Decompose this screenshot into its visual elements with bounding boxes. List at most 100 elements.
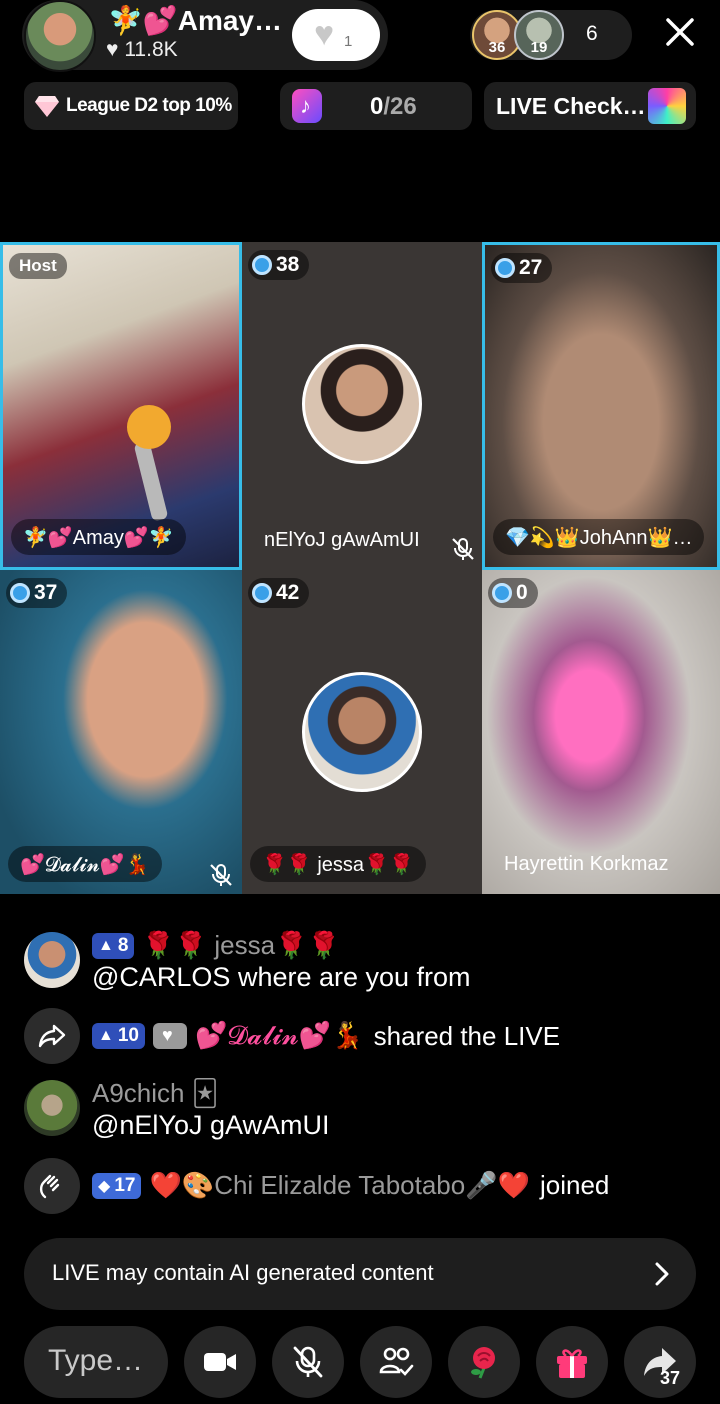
rose-gift-icon (471, 1347, 495, 1379)
wave-hand-icon (39, 1174, 60, 1199)
rose-gift-button[interactable] (448, 1326, 520, 1398)
guest-score: 38 (276, 253, 300, 276)
guest-name[interactable]: Hayrettin Korkmaz (492, 846, 681, 882)
chat-text: @CARLOS where are you from (92, 962, 471, 992)
league-chip[interactable]: League D2 top 10% (24, 82, 238, 130)
gift-button[interactable] (536, 1326, 608, 1398)
host-avatar[interactable] (24, 0, 96, 72)
follow-count: 1 (344, 33, 353, 50)
guest-tile-host[interactable]: Host 🧚💕Amay💕🧚 (0, 242, 242, 570)
camera-button[interactable] (184, 1326, 256, 1398)
goal-chip[interactable]: ♪ 0/26 (280, 82, 472, 130)
chat-text: shared the LIVE (373, 1020, 561, 1051)
host-likes-count: 11.8K (124, 38, 178, 61)
chat-share-event[interactable]: ▲ 10 ♥ 💕𝓓𝓪𝓵𝓲𝓷💕💃 shared the LIVE (24, 1008, 704, 1064)
chat-header: ▲ 10 ♥ 💕𝓓𝓪𝓵𝓲𝓷💕💃 shared the LIVE (92, 1020, 560, 1052)
chat-username[interactable]: A9chich 🃏 (92, 1078, 218, 1109)
share-event-icon (24, 1008, 80, 1064)
live-check-chip[interactable]: LIVE Check… (484, 82, 696, 130)
guest-name[interactable]: 🌹🌹 jessa🌹🌹 (250, 846, 426, 882)
guest-score: 0 (516, 581, 528, 604)
level-badge: ▲ 8 (92, 932, 135, 959)
fan-badge-icon: ♥ (152, 1023, 187, 1049)
level-icon: ▲ (98, 936, 114, 954)
host-tag: Host (9, 253, 67, 279)
chat-header: ▲ 8 🌹🌹 jessa🌹🌹 (92, 930, 340, 961)
goal-current: 0 (370, 93, 384, 120)
chat-join-event[interactable]: ◆ 17 ❤️🎨Chi Elizalde Tabotabo🎤❤️ joined (24, 1158, 704, 1214)
level-value: 10 (117, 1025, 139, 1046)
comment-input[interactable]: Type… (24, 1326, 168, 1398)
heart-icon: ♥ (314, 15, 335, 53)
guest-score-badge: 27 (491, 253, 553, 283)
guest-tile[interactable]: 0 Hayrettin Korkmaz (482, 570, 720, 894)
guest-name[interactable]: 💕𝓓𝓪𝓵𝓲𝓷💕💃 (8, 846, 162, 882)
heart-icon: ♥ (106, 38, 119, 61)
tiktok-icon: ♪ (292, 89, 322, 123)
confetti-icon (648, 88, 686, 124)
follow-button[interactable]: ♥ 1 (292, 9, 380, 61)
guest-avatar (302, 672, 422, 792)
chat-avatar[interactable] (24, 1080, 80, 1136)
guest-score-badge: 38 (248, 250, 310, 280)
mic-off-icon (452, 538, 474, 560)
chat-text: @nElYoJ gAwAmUI (92, 1110, 330, 1140)
mic-off-icon (210, 864, 232, 886)
ai-notice-label: LIVE may contain AI generated content (52, 1260, 434, 1285)
level-value: 8 (117, 934, 129, 956)
score-icon (252, 255, 272, 275)
chat-header: A9chich 🃏 (92, 1078, 218, 1109)
comment-placeholder: Type… (48, 1344, 144, 1377)
guest-tile[interactable]: 38 nElYoJ gAwAmUI (242, 242, 482, 570)
score-icon (10, 583, 30, 603)
guest-tile[interactable]: 27 💎💫👑JohAnn👑… (482, 242, 720, 570)
guest-score: 42 (276, 581, 300, 604)
mic-toggle-button[interactable] (272, 1326, 344, 1398)
share-count: 37 (660, 1368, 681, 1388)
guest-name[interactable]: 💎💫👑JohAnn👑… (493, 519, 705, 555)
chat-text: joined (539, 1170, 610, 1200)
chat-username[interactable]: ❤️🎨Chi Elizalde Tabotabo🎤❤️ (149, 1170, 530, 1201)
chat-avatar[interactable] (24, 932, 80, 988)
guests-button[interactable] (360, 1326, 432, 1398)
score-icon (252, 583, 272, 603)
guest-tile[interactable]: 42 🌹🌹 jessa🌹🌹 (242, 570, 482, 894)
chat-username[interactable]: 💕𝓓𝓪𝓵𝓲𝓷💕💃 (195, 1020, 364, 1052)
viewer-list-button[interactable]: 36 19 6 (470, 10, 632, 60)
top-viewer-avatar[interactable]: 19 (514, 10, 564, 60)
chevron-right-icon (655, 1262, 669, 1286)
guest-name[interactable]: nElYoJ gAwAmUI (252, 522, 432, 558)
guest-avatar (302, 344, 422, 464)
multi-guest-icon (379, 1347, 414, 1376)
viewer-level: 36 (488, 39, 506, 56)
share-button[interactable]: 37 (624, 1326, 696, 1398)
microphone-prop (127, 405, 171, 449)
guest-score-badge: 0 (488, 578, 538, 608)
live-check-label: LIVE Check… (496, 93, 646, 119)
chat-message[interactable]: A9chich 🃏 @nElYoJ gAwAmUI (24, 1078, 704, 1144)
chat-message[interactable]: ▲ 8 🌹🌹 jessa🌹🌹 @CARLOS where are you from (24, 930, 704, 996)
ai-content-notice[interactable]: LIVE may contain AI generated content (24, 1238, 696, 1310)
level-badge: ▲ 10 (92, 1023, 145, 1049)
level-icon: ◆ (98, 1177, 111, 1195)
microphone-prop (133, 440, 169, 522)
league-label: League D2 top 10% (66, 95, 232, 116)
level-icon: ▲ (98, 1027, 114, 1044)
goal-total: /26 (383, 93, 417, 120)
score-icon (492, 583, 512, 603)
host-name[interactable]: 🧚💕Amay… (108, 4, 284, 37)
chat-header: ◆ 17 ❤️🎨Chi Elizalde Tabotabo🎤❤️ joined (92, 1170, 609, 1201)
share-arrow-icon (38, 1024, 66, 1048)
guest-score-badge: 42 (248, 578, 310, 608)
close-icon[interactable] (660, 12, 700, 52)
score-icon (495, 258, 515, 278)
goal-progress: 0/26 (370, 93, 417, 121)
host-likes: ♥ 11.8K (106, 38, 178, 62)
guest-score: 27 (519, 256, 543, 279)
guest-score-badge: 37 (6, 578, 68, 608)
viewer-level: 19 (530, 39, 548, 56)
guest-tile[interactable]: 37 💕𝓓𝓪𝓵𝓲𝓷💕💃 (0, 570, 242, 894)
chat-username[interactable]: 🌹🌹 jessa🌹🌹 (142, 930, 339, 961)
viewer-count: 6 (586, 22, 598, 45)
guest-name[interactable]: 🧚💕Amay💕🧚 (11, 519, 186, 555)
